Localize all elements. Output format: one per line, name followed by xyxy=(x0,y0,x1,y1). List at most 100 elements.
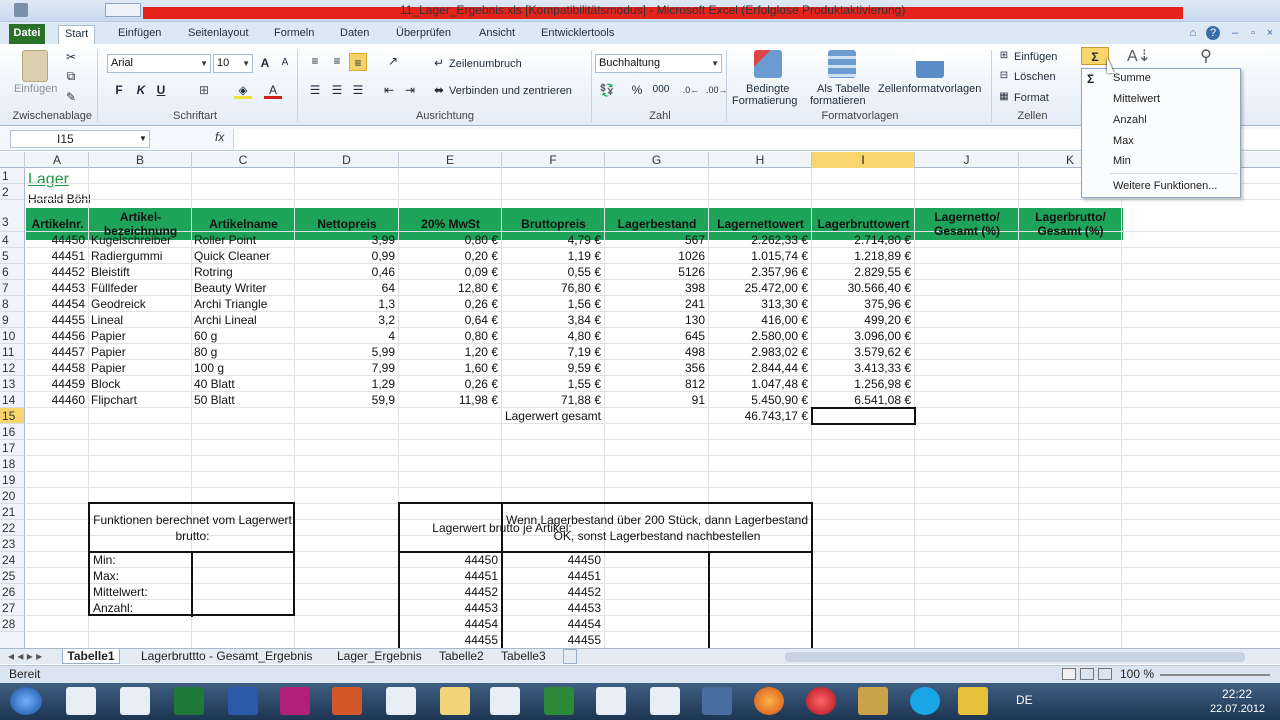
table-cell[interactable]: 398 xyxy=(605,280,709,296)
format-cells-button[interactable]: Format xyxy=(1014,91,1049,105)
article-id[interactable]: 44454 xyxy=(502,616,605,632)
menu-item-min[interactable]: Min xyxy=(1113,155,1131,167)
table-cell[interactable]: 5.450,90 € xyxy=(709,392,812,408)
italic-button[interactable]: K xyxy=(132,81,150,99)
row-header-27[interactable]: 27 xyxy=(0,600,24,616)
column-header-h[interactable]: H xyxy=(709,152,812,168)
article-id[interactable]: 44450 xyxy=(399,552,502,568)
sheet-tab-lager-ergebnis[interactable]: Lager_Ergebnis xyxy=(337,649,422,664)
function-label[interactable]: Min: xyxy=(91,552,194,568)
shrink-font-icon[interactable]: A xyxy=(276,54,294,72)
column-header-e[interactable]: E xyxy=(399,152,502,168)
clock-date[interactable]: 22.07.2012 xyxy=(1210,702,1265,717)
column-header-i[interactable]: I xyxy=(812,152,915,168)
row-header-12[interactable]: 12 xyxy=(0,360,24,376)
insert-cells-icon[interactable]: ⊞ xyxy=(995,47,1013,65)
format-cells-icon[interactable]: ▦ xyxy=(995,88,1013,106)
table-cell[interactable]: 12,80 € xyxy=(399,280,502,296)
row-header-2[interactable]: 2 xyxy=(0,184,24,200)
table-cell[interactable]: Roller Point xyxy=(192,232,295,248)
table-cell[interactable]: 1,29 xyxy=(295,376,399,392)
underline-button[interactable]: U xyxy=(152,81,170,99)
table-cell[interactable]: 0,20 € xyxy=(399,248,502,264)
table-cell[interactable]: 44450 xyxy=(26,232,89,248)
article-id[interactable]: 44452 xyxy=(399,584,502,600)
menu-item-max[interactable]: Max xyxy=(1113,135,1134,147)
minimize-ribbon-icon[interactable]: ⌂ xyxy=(1186,26,1200,40)
border-icon[interactable]: ⊞ xyxy=(195,81,213,99)
table-cell[interactable]: 64 xyxy=(295,280,399,296)
table-cell[interactable]: 11,98 € xyxy=(399,392,502,408)
language-indicator[interactable]: DE xyxy=(1016,693,1033,708)
row-header-18[interactable]: 18 xyxy=(0,456,24,472)
vb-icon[interactable] xyxy=(702,687,732,715)
select-all-corner[interactable] xyxy=(0,152,25,168)
name-box[interactable]: I15 ▼ xyxy=(10,130,150,148)
column-header-g[interactable]: G xyxy=(605,152,709,168)
app-icon[interactable] xyxy=(490,687,520,715)
word-icon[interactable] xyxy=(228,687,258,715)
table-cell[interactable]: 40 Blatt xyxy=(192,376,295,392)
table-cell[interactable]: 2.829,55 € xyxy=(812,264,915,280)
csharp-icon[interactable] xyxy=(544,687,574,715)
row-header-9[interactable]: 9 xyxy=(0,312,24,328)
table-cell[interactable]: 59,9 xyxy=(295,392,399,408)
merge-center-button[interactable]: Verbinden und zentrieren xyxy=(449,84,572,98)
cell-styles-icon[interactable] xyxy=(916,50,944,78)
table-cell[interactable]: 1,60 € xyxy=(399,360,502,376)
row-header-10[interactable]: 10 xyxy=(0,328,24,344)
table-cell[interactable]: 2.983,02 € xyxy=(709,344,812,360)
table-cell[interactable]: 3,84 € xyxy=(502,312,605,328)
table-cell[interactable]: 0,55 € xyxy=(502,264,605,280)
row-header-20[interactable]: 20 xyxy=(0,488,24,504)
tab-formeln[interactable]: Formeln xyxy=(268,25,320,44)
table-cell[interactable]: 2.580,00 € xyxy=(709,328,812,344)
explorer-icon[interactable] xyxy=(66,687,96,715)
window-icon[interactable] xyxy=(120,687,150,715)
align-center-icon[interactable]: ☰ xyxy=(328,81,346,99)
insert-cells-button[interactable]: Einfügen xyxy=(1014,50,1057,64)
table-cell[interactable]: 313,30 € xyxy=(709,296,812,312)
row-header-3[interactable]: 3 xyxy=(0,200,24,232)
table-cell[interactable]: Quick Cleaner xyxy=(192,248,295,264)
format-painter-icon[interactable]: ✎ xyxy=(62,88,80,106)
row-header-21[interactable]: 21 xyxy=(0,504,24,520)
window-close-icon[interactable]: × xyxy=(1263,26,1277,40)
article-id[interactable]: 44453 xyxy=(399,600,502,616)
table-cell[interactable]: Papier xyxy=(89,344,192,360)
fill-color-icon[interactable]: ◈ xyxy=(234,81,252,99)
table-cell[interactable]: 44456 xyxy=(26,328,89,344)
autosum-button[interactable]: Σ xyxy=(1081,47,1109,65)
table-cell[interactable]: 416,00 € xyxy=(709,312,812,328)
table-cell[interactable]: 812 xyxy=(605,376,709,392)
table-cell[interactable]: Beauty Writer xyxy=(192,280,295,296)
table-cell[interactable]: 0,64 € xyxy=(399,312,502,328)
article-id[interactable]: 44455 xyxy=(502,632,605,648)
table-cell[interactable]: Block xyxy=(89,376,192,392)
function-label[interactable]: Anzahl: xyxy=(91,600,194,616)
table-cell[interactable]: 3,2 xyxy=(295,312,399,328)
column-header-f[interactable]: F xyxy=(502,152,605,168)
article-id[interactable]: 44453 xyxy=(502,600,605,616)
font-name-combo[interactable]: Arial ▼ xyxy=(107,54,211,73)
align-top-icon[interactable]: ≡ xyxy=(306,52,324,70)
table-cell[interactable]: 25.472,00 € xyxy=(709,280,812,296)
page-layout-icon[interactable] xyxy=(1080,668,1094,680)
table-cell[interactable]: 7,99 xyxy=(295,360,399,376)
font-size-combo[interactable]: 10 ▼ xyxy=(213,54,253,73)
table-cell[interactable]: 2.844,44 € xyxy=(709,360,812,376)
row-header-8[interactable]: 8 xyxy=(0,296,24,312)
column-header-c[interactable]: C xyxy=(192,152,295,168)
opera-icon[interactable] xyxy=(806,687,836,715)
wrap-text-button[interactable]: Zeilenumbruch xyxy=(449,57,522,71)
table-cell[interactable]: 1,55 € xyxy=(502,376,605,392)
table-cell[interactable]: Rotring xyxy=(192,264,295,280)
table-cell[interactable]: 241 xyxy=(605,296,709,312)
article-id[interactable]: 44452 xyxy=(502,584,605,600)
firefox-icon[interactable] xyxy=(754,687,784,715)
table-cell[interactable]: 2.357,96 € xyxy=(709,264,812,280)
function-label[interactable]: Max: xyxy=(91,568,194,584)
article-id[interactable]: 44450 xyxy=(502,552,605,568)
table-cell[interactable]: 130 xyxy=(605,312,709,328)
table-cell[interactable]: 9,59 € xyxy=(502,360,605,376)
